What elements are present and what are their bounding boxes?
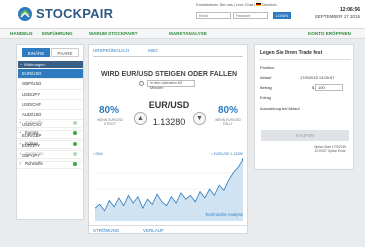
bottom-tabs: STRÖMUNG VERLAUF (89, 225, 249, 235)
main-nav: HANDELN EINFÜHRUNG WARUM STOCKPAIR? MARK… (0, 28, 365, 39)
group-item[interactable]: + Indizes (17, 139, 82, 149)
flag-icon (256, 3, 261, 7)
group-item[interactable]: + Europa (17, 128, 82, 139)
asset-item[interactable]: USD/JPY (18, 90, 83, 100)
put-down-button[interactable]: ▼ (193, 112, 206, 125)
password-field[interactable] (233, 12, 268, 19)
option-info: Option Start 17/9/2015 12:00:57 Option E… (313, 145, 347, 153)
expand-icon: + (19, 150, 22, 156)
trade-question: WIRD EUR/USD STEIGEN ODER FALLEN (100, 71, 238, 78)
buy-button[interactable]: KAUFEN (261, 130, 349, 141)
expiry-value: 17/9/2015 13:00:57 (300, 75, 335, 80)
logo-text[interactable]: STOCKPAIR (36, 6, 113, 21)
group-item[interactable]: + Nordamer. (17, 149, 82, 160)
status-dot-icon (73, 131, 77, 136)
trade-row-label: Position (260, 65, 275, 70)
trade-row-ertrag: Ertrag (260, 95, 350, 100)
trade-row-ablauf: Ablauf 17/9/2015 13:00:57 (260, 75, 350, 80)
nav-warum-stockpair[interactable]: WARUM STOCKPAIR? (89, 31, 138, 36)
tab-urspruenglich[interactable]: URSPRÜNGLICH (93, 48, 129, 53)
date: SEPTEMBER 17 2015 (314, 14, 360, 19)
collapse-icon: − (20, 62, 23, 67)
group-label: Europa (25, 130, 39, 136)
status-dot-icon (73, 121, 77, 125)
group-item[interactable]: + Rohstoffe (17, 159, 82, 170)
trade-row-position: Position (260, 65, 350, 70)
trade-ticket: Legen Sie Ihren Trade fest Position Abla… (254, 44, 354, 170)
option-type-tabs: URSPRÜNGLICH KBO (93, 48, 243, 57)
trading-panel: URSPRÜNGLICH KBO WIRD EUR/USD STEIGEN OD… (88, 44, 249, 235)
trade-row-label: Auszahlung bei Ablauf (260, 106, 300, 111)
sidebar-tabs: BINÄRE PAARE (22, 48, 80, 57)
tab-kbo[interactable]: KBO (148, 48, 158, 53)
status-dot-icon (73, 151, 77, 156)
group-label: Indizes (25, 140, 39, 146)
expand-icon: + (19, 120, 22, 125)
trade-row-label: Ablauf (260, 75, 272, 80)
asset-item[interactable]: EUR/USD (18, 69, 83, 80)
arrow-down-icon: ▼ (196, 115, 203, 122)
group-label: Nordamer. (25, 150, 45, 156)
clock-icon (139, 81, 144, 86)
status-dot-icon (73, 141, 77, 146)
amount-input[interactable]: 100 (315, 84, 343, 91)
group-item[interactable]: + Rohstoffe (17, 118, 82, 129)
arrow-up-icon: ▲ (137, 115, 144, 122)
trade-row-label: Betrag (260, 85, 272, 90)
expand-icon: + (19, 130, 22, 136)
stockpair-logo-icon[interactable] (17, 6, 33, 22)
group-label: Rohstoffe (25, 120, 43, 125)
tab-verlauf[interactable]: VERLAUF (143, 228, 164, 233)
asset-item[interactable]: GBP/USD (18, 79, 83, 90)
login-button[interactable]: LOGIN (273, 12, 291, 19)
tab-binaere[interactable]: BINÄRE (22, 48, 50, 57)
timeframe-select[interactable]: in den nächsten 60 Minuten (147, 80, 195, 90)
down-payout: 80% (218, 105, 239, 116)
nav-marktanalyse[interactable]: MARKTANALYSE (169, 31, 207, 36)
technical-analysis-link[interactable]: Technische Analyse (205, 212, 243, 217)
status-dot-icon (73, 162, 77, 167)
clock: 12:06:56 (339, 7, 360, 13)
asset-groups: + Rohstoffe + Europa + Indizes + Nordamer. +… (17, 118, 82, 170)
tab-paare[interactable]: PAARE (51, 48, 79, 57)
language-label: Deutsch (262, 2, 277, 7)
trade-row-label: Ertrag (260, 95, 271, 100)
top-header: STOCKPAIR Kontaktieren Sie uns | Live Ch… (0, 0, 365, 28)
group-label: Rohstoffe (25, 161, 43, 167)
language-selector[interactable]: Deutsch (256, 2, 277, 7)
down-payout-label: WENN EUR/USD FÄLLT (215, 118, 241, 126)
open-account-link[interactable]: KONTO ERÖFFNEN (304, 30, 355, 38)
chart-point (241, 158, 243, 161)
expand-icon: + (19, 140, 22, 146)
up-payout: 80% (99, 105, 120, 116)
trade-title: Legen Sie Ihren Trade fest (260, 50, 323, 56)
category-label: Währungen (24, 62, 45, 67)
category-header[interactable]: − Währungen (18, 61, 83, 68)
nav-einfuehrung[interactable]: EINFÜHRUNG (42, 31, 73, 36)
divider (93, 56, 243, 57)
email-field[interactable] (196, 12, 231, 19)
up-payout-label: WENN EUR/USD STEIGT (97, 118, 123, 126)
contact-links[interactable]: Kontaktieren Sie uns | Live Chat | (196, 2, 255, 7)
currency-symbol: $ (312, 85, 315, 90)
expand-icon: + (19, 161, 22, 167)
tab-stroemung[interactable]: STRÖMUNG (93, 228, 119, 233)
nav-handeln[interactable]: HANDELN (10, 31, 32, 36)
chart-legend-sma[interactable]: • SMA (93, 152, 103, 156)
trade-row-payout: Auszahlung bei Ablauf (260, 106, 350, 111)
chart-legend-pair[interactable]: • EUR/USD 1.13280 (211, 152, 243, 156)
call-up-button[interactable]: ▲ (134, 112, 147, 125)
divider (259, 59, 351, 60)
asset-item[interactable]: USD/CHF (18, 100, 83, 111)
